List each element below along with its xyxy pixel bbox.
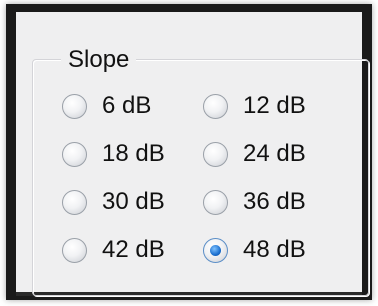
radio-label: 42 dB [102,236,165,263]
radio-label: 30 dB [102,188,165,215]
groupbox-title: Slope [61,46,137,74]
radio-label: 12 dB [243,92,306,119]
radio-button-icon[interactable] [62,189,87,215]
window-frame: Slope 6 dB 12 dB 18 dB 24 dB 30 dB 36 dB… [0,0,378,306]
radio-label: 36 dB [243,188,306,215]
radio-button-icon[interactable] [62,237,87,263]
radio-button-icon[interactable] [203,141,228,167]
radio-option-36db[interactable]: 36 dB [203,182,306,222]
radio-label: 18 dB [102,140,165,167]
radio-button-icon[interactable] [203,189,228,215]
radio-option-42db[interactable]: 42 dB [62,230,165,270]
radio-option-6db[interactable]: 6 dB [62,86,151,126]
radio-button-icon[interactable] [62,93,87,119]
radio-option-48db[interactable]: 48 dB [203,230,306,270]
radio-label: 24 dB [243,140,306,167]
radio-button-selected-icon[interactable] [203,237,228,263]
radio-option-18db[interactable]: 18 dB [62,134,165,174]
radio-button-icon[interactable] [62,141,87,167]
radio-option-24db[interactable]: 24 dB [203,134,306,174]
radio-label: 6 dB [102,92,152,119]
radio-option-30db[interactable]: 30 dB [62,182,165,222]
radio-option-12db[interactable]: 12 dB [203,86,306,126]
radio-button-icon[interactable] [203,93,228,119]
radio-label: 48 dB [243,236,306,263]
